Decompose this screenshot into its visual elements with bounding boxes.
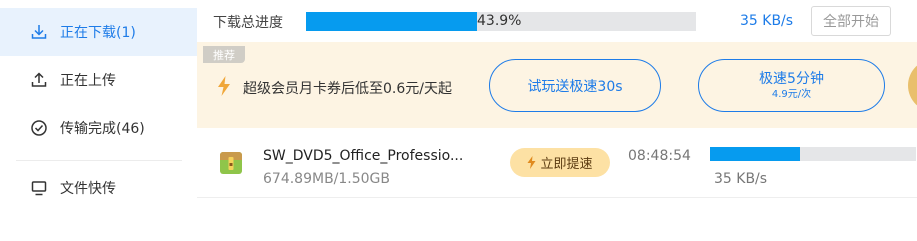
- sidebar-item-uploading[interactable]: 正在上传: [0, 56, 197, 104]
- file-speed: 35 KB/s: [714, 171, 768, 187]
- trial-speedup-button[interactable]: 试玩送极速30s: [489, 59, 661, 112]
- boost-now-label: 立即提速: [540, 157, 593, 172]
- monitor-icon: [30, 179, 48, 197]
- speedup-5min-button[interactable]: 极速5分钟 4.9元/次: [698, 59, 885, 112]
- time-remaining: 08:48:54: [628, 148, 691, 164]
- speedup-5min-label: 极速5分钟: [759, 71, 824, 87]
- check-circle-icon: [30, 119, 48, 137]
- overall-progress-label: 下载总进度: [213, 15, 283, 31]
- sidebar-item-quick-transfer[interactable]: 文件快传: [0, 164, 197, 212]
- overall-progress-bar: 下载总进度 43.9% 35 KB/s 全部开始: [197, 0, 917, 42]
- file-progress-track: [710, 147, 916, 161]
- archive-file-icon: [220, 152, 242, 174]
- sidebar-item-completed[interactable]: 传输完成(46): [0, 104, 197, 152]
- speedup-5min-price: 4.9元/次: [771, 89, 812, 100]
- sidebar-item-label: 传输完成(46): [60, 121, 145, 137]
- promo-more-button[interactable]: [908, 59, 917, 112]
- download-row[interactable]: SW_DVD5_Office_Professio... 674.89MB/1.5…: [197, 128, 917, 198]
- boost-now-button[interactable]: 立即提速: [510, 148, 610, 177]
- recommend-tag: 推荐: [203, 46, 245, 63]
- overall-speed: 35 KB/s: [740, 13, 794, 29]
- lightning-icon: [218, 76, 230, 96]
- sidebar-divider: [16, 160, 182, 161]
- sidebar-item-label: 正在下载(1): [60, 25, 136, 41]
- upload-icon: [30, 71, 48, 89]
- sidebar-item-downloading[interactable]: 正在下载(1): [0, 8, 197, 56]
- file-size: 674.89MB/1.50GB: [263, 171, 391, 187]
- sidebar: 正在下载(1) 正在上传 传输完成(46) 文件快传: [0, 0, 197, 241]
- overall-progress-fill: [306, 12, 478, 31]
- sidebar-item-label: 正在上传: [60, 73, 116, 89]
- start-all-button[interactable]: 全部开始: [811, 6, 891, 36]
- file-name: SW_DVD5_Office_Professio...: [263, 148, 464, 164]
- overall-progress-percent: 43.9%: [477, 13, 522, 29]
- download-icon: [30, 23, 48, 41]
- promo-banner: 推荐 超级会员月卡券后低至0.6元/天起 试玩送极速30s 极速5分钟 4.9元…: [197, 42, 917, 128]
- sidebar-item-label: 文件快传: [60, 181, 116, 197]
- file-progress-fill: [710, 147, 801, 161]
- promo-text: 超级会员月卡券后低至0.6元/天起: [243, 81, 452, 97]
- lightning-icon: [527, 156, 536, 169]
